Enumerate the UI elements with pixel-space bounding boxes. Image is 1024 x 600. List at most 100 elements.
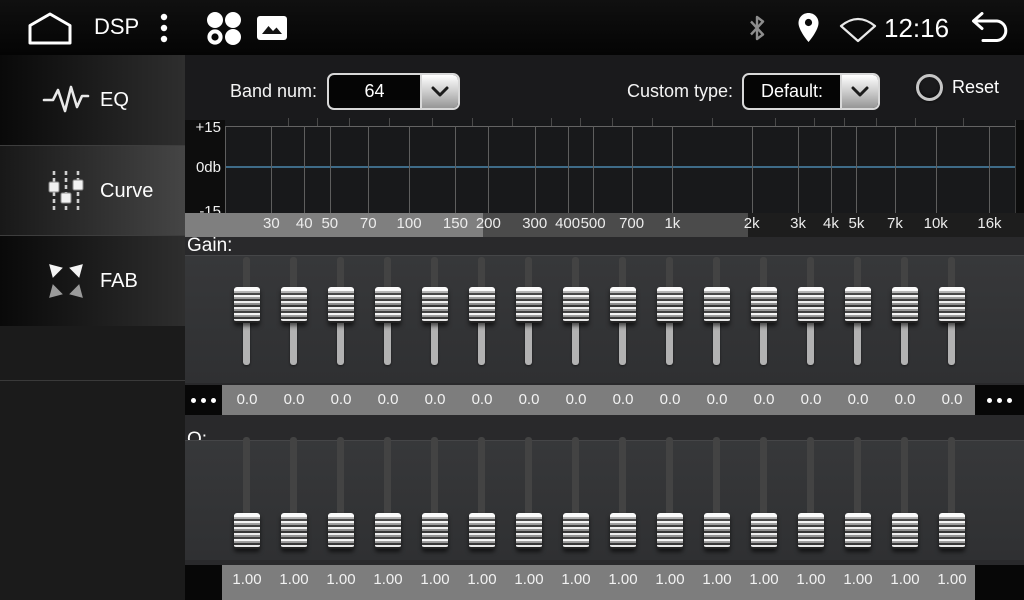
slider-thumb[interactable] <box>657 513 683 549</box>
q-slider[interactable] <box>892 437 918 547</box>
slider-thumb[interactable] <box>422 287 448 323</box>
slider-thumb[interactable] <box>892 287 918 323</box>
q-slider[interactable] <box>375 437 401 547</box>
q-slider[interactable] <box>798 437 824 547</box>
q-slider[interactable] <box>281 437 307 547</box>
location-pin-icon <box>797 12 820 43</box>
sidebar-item-eq[interactable]: EQ <box>0 55 185 145</box>
q-value: 1.00 <box>835 565 881 595</box>
gain-slider[interactable] <box>422 257 448 365</box>
slider-thumb[interactable] <box>751 513 777 549</box>
freq-tick-label: 16k <box>964 215 1014 232</box>
gain-slider[interactable] <box>751 257 777 365</box>
q-value: 1.00 <box>553 565 599 595</box>
slider-thumb[interactable] <box>234 287 260 323</box>
gain-value: 0.0 <box>694 385 740 415</box>
freq-minor-tick <box>512 118 513 126</box>
q-slider[interactable] <box>516 437 542 547</box>
q-slider[interactable] <box>610 437 636 547</box>
gain-slider[interactable] <box>892 257 918 365</box>
gain-slider[interactable] <box>375 257 401 365</box>
slider-thumb[interactable] <box>281 513 307 549</box>
slider-thumb[interactable] <box>939 287 965 323</box>
more-bands-right-button[interactable] <box>975 385 1024 415</box>
gallery-icon[interactable] <box>257 16 287 40</box>
q-value: 1.00 <box>271 565 317 595</box>
gain-slider[interactable] <box>798 257 824 365</box>
slider-thumb[interactable] <box>845 287 871 323</box>
slider-thumb[interactable] <box>375 513 401 549</box>
slider-thumb[interactable] <box>516 513 542 549</box>
q-slider[interactable] <box>422 437 448 547</box>
slider-thumb[interactable] <box>798 513 824 549</box>
slider-thumb[interactable] <box>704 513 730 549</box>
q-slider[interactable] <box>657 437 683 547</box>
q-value: 1.00 <box>459 565 505 595</box>
more-bands-left-button[interactable] <box>185 565 222 600</box>
gain-slider[interactable] <box>657 257 683 365</box>
freq-gridline <box>831 126 832 213</box>
slider-thumb[interactable] <box>657 287 683 323</box>
sidebar-item-curve[interactable]: Curve <box>0 145 185 236</box>
gain-slider[interactable] <box>234 257 260 365</box>
q-slider[interactable] <box>234 437 260 547</box>
freq-gridline <box>535 126 536 213</box>
gain-slider[interactable] <box>281 257 307 365</box>
gain-slider[interactable] <box>516 257 542 365</box>
slider-thumb[interactable] <box>328 287 354 323</box>
q-slider[interactable] <box>328 437 354 547</box>
q-slider[interactable] <box>704 437 730 547</box>
slider-thumb[interactable] <box>704 287 730 323</box>
gain-slider[interactable] <box>563 257 589 365</box>
gain-slider[interactable] <box>704 257 730 365</box>
q-slider[interactable] <box>469 437 495 547</box>
band-num-dropdown[interactable]: 64 <box>327 73 460 110</box>
freq-gridline <box>752 126 753 213</box>
gain-slider[interactable] <box>469 257 495 365</box>
custom-type-label: Custom type: <box>627 81 733 102</box>
apps-clover-icon[interactable] <box>203 11 245 45</box>
frequency-scroll-strip[interactable]: 304050701001502003004005007001k2k3k4k5k7… <box>185 213 1024 237</box>
slider-thumb[interactable] <box>892 513 918 549</box>
freq-gridline <box>271 126 272 213</box>
slider-thumb[interactable] <box>563 287 589 323</box>
slider-thumb[interactable] <box>845 513 871 549</box>
slider-thumb[interactable] <box>610 513 636 549</box>
slider-thumb[interactable] <box>328 513 354 549</box>
slider-thumb[interactable] <box>234 513 260 549</box>
q-value: 1.00 <box>506 565 552 595</box>
q-slider[interactable] <box>939 437 965 547</box>
q-slider[interactable] <box>563 437 589 547</box>
gain-slider[interactable] <box>328 257 354 365</box>
freq-minor-tick <box>915 118 916 126</box>
custom-type-dropdown[interactable]: Default: <box>742 73 880 110</box>
slider-thumb[interactable] <box>610 287 636 323</box>
slider-thumb[interactable] <box>422 513 448 549</box>
slider-thumb[interactable] <box>798 287 824 323</box>
freq-gridline <box>895 126 896 213</box>
back-return-icon[interactable] <box>962 12 1012 43</box>
slider-thumb[interactable] <box>516 287 542 323</box>
clock: 12:16 <box>884 13 949 44</box>
sidebar-item-fab[interactable]: FAB <box>0 235 185 326</box>
slider-thumb[interactable] <box>751 287 777 323</box>
kebab-menu-icon[interactable] <box>159 12 169 44</box>
gain-slider[interactable] <box>610 257 636 365</box>
slider-thumb[interactable] <box>939 513 965 549</box>
q-slider[interactable] <box>751 437 777 547</box>
reset-button[interactable]: Reset <box>916 74 999 101</box>
home-icon[interactable] <box>26 11 74 45</box>
q-slider[interactable] <box>845 437 871 547</box>
slider-thumb[interactable] <box>563 513 589 549</box>
slider-thumb[interactable] <box>375 287 401 323</box>
more-bands-left-button[interactable] <box>185 385 222 415</box>
y-axis-label: 0db <box>185 159 221 176</box>
gain-slider[interactable] <box>939 257 965 365</box>
freq-minor-tick <box>432 118 433 126</box>
gain-slider[interactable] <box>845 257 871 365</box>
slider-thumb[interactable] <box>469 513 495 549</box>
slider-thumb[interactable] <box>469 287 495 323</box>
gain-value: 0.0 <box>882 385 928 415</box>
slider-thumb[interactable] <box>281 287 307 323</box>
more-bands-right-button[interactable] <box>975 565 1024 600</box>
